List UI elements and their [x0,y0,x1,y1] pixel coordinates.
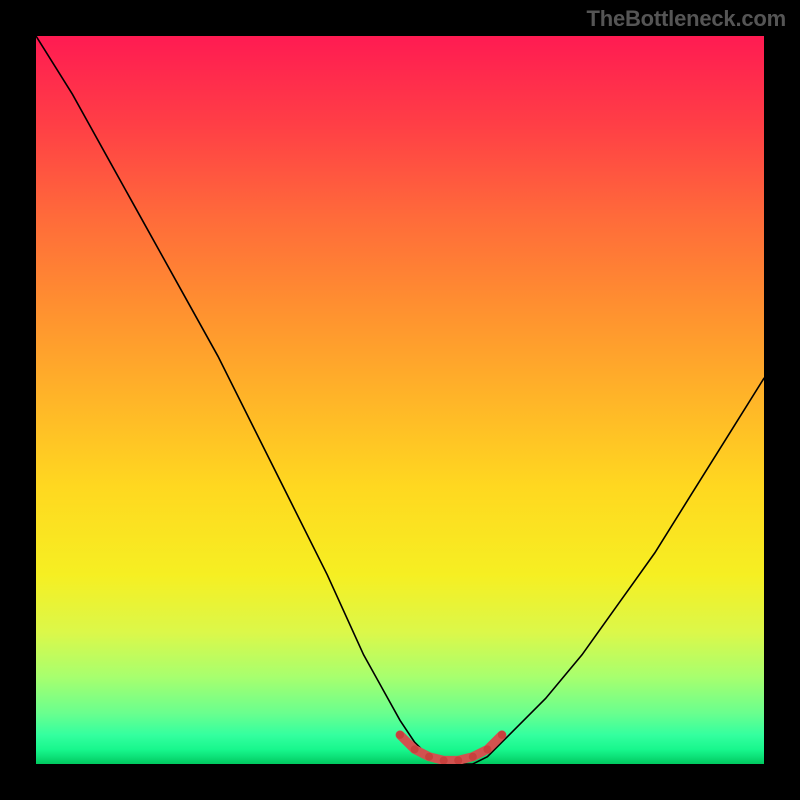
band-dot [498,731,506,739]
optimal-band [36,36,764,764]
chart-container: TheBottleneck.com [0,0,800,800]
credit-watermark: TheBottleneck.com [586,6,786,32]
band-dot [469,753,477,761]
plot-area [36,36,764,764]
band-dot [425,753,433,761]
band-dot [483,745,491,753]
band-dot [411,745,419,753]
band-dot [396,731,404,739]
